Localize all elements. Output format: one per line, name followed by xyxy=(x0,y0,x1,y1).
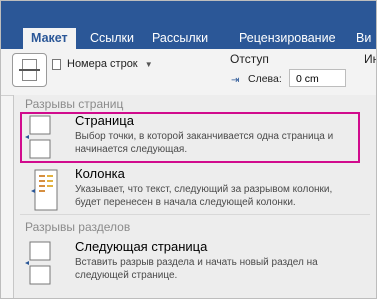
word-layout-window: Макет Ссылки Рассылки Рецензирование Ви … xyxy=(0,0,377,299)
tab-mailings[interactable]: Рассылки xyxy=(152,28,208,49)
menu-item-title: Следующая страница xyxy=(75,239,208,254)
ribbon-tab-bar: Макет Ссылки Рассылки Рецензирование Ви xyxy=(1,1,376,49)
column-break-icon xyxy=(31,169,58,211)
left-indent-icon: ⇥ xyxy=(231,75,240,86)
page-breaks-title: Разрывы страниц xyxy=(25,97,124,111)
menu-item-next-page[interactable]: Следующая страница Вставить разрыв разде… xyxy=(21,237,357,292)
line-numbers-icon xyxy=(52,59,61,70)
menu-item-description: Указывает, что текст, следующий за разры… xyxy=(75,184,333,208)
menu-item-title: Колонка xyxy=(75,166,125,181)
indent-label: Отступ xyxy=(230,52,269,66)
menu-divider xyxy=(20,214,370,215)
left-label: Слева: xyxy=(248,73,282,85)
cut-off-label: Ин xyxy=(364,52,376,66)
line-numbers-label: Номера строк xyxy=(67,58,138,70)
tab-view[interactable]: Ви xyxy=(356,28,371,49)
page-break-icon xyxy=(19,59,40,81)
line-numbers-button[interactable]: Номера строк ▼ xyxy=(67,58,153,70)
tab-review[interactable]: Рецензирование xyxy=(239,28,336,49)
section-breaks-title: Разрывы разделов xyxy=(25,220,131,234)
left-indent-field[interactable]: 0 cm xyxy=(289,69,346,87)
selection-highlight xyxy=(20,112,360,163)
tab-layout[interactable]: Макет xyxy=(23,28,76,49)
next-page-break-icon xyxy=(25,241,51,285)
menu-item-column[interactable]: Колонка Указывает, что текст, следующий … xyxy=(21,164,357,219)
menu-item-description: Вставить разрыв раздела и начать новый р… xyxy=(75,257,318,281)
breaks-button[interactable] xyxy=(12,53,47,87)
tab-references[interactable]: Ссылки xyxy=(90,28,134,49)
chevron-down-icon: ▼ xyxy=(144,60,153,69)
